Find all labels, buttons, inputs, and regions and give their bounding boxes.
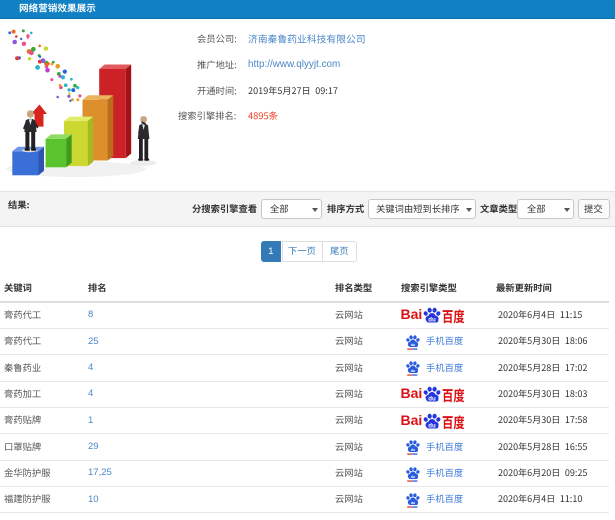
svg-text:du: du: [411, 369, 415, 373]
svg-text:du: du: [428, 317, 436, 324]
svg-text:du: du: [411, 448, 415, 452]
svg-text:du: du: [411, 475, 415, 479]
svg-text:Bai: Bai: [401, 385, 423, 401]
svg-text:du: du: [411, 343, 415, 347]
svg-text:du: du: [428, 396, 436, 403]
svg-text:Bai: Bai: [401, 306, 423, 322]
svg-text:du: du: [428, 422, 436, 429]
svg-text:Bai: Bai: [401, 411, 423, 427]
svg-text:du: du: [411, 501, 415, 505]
